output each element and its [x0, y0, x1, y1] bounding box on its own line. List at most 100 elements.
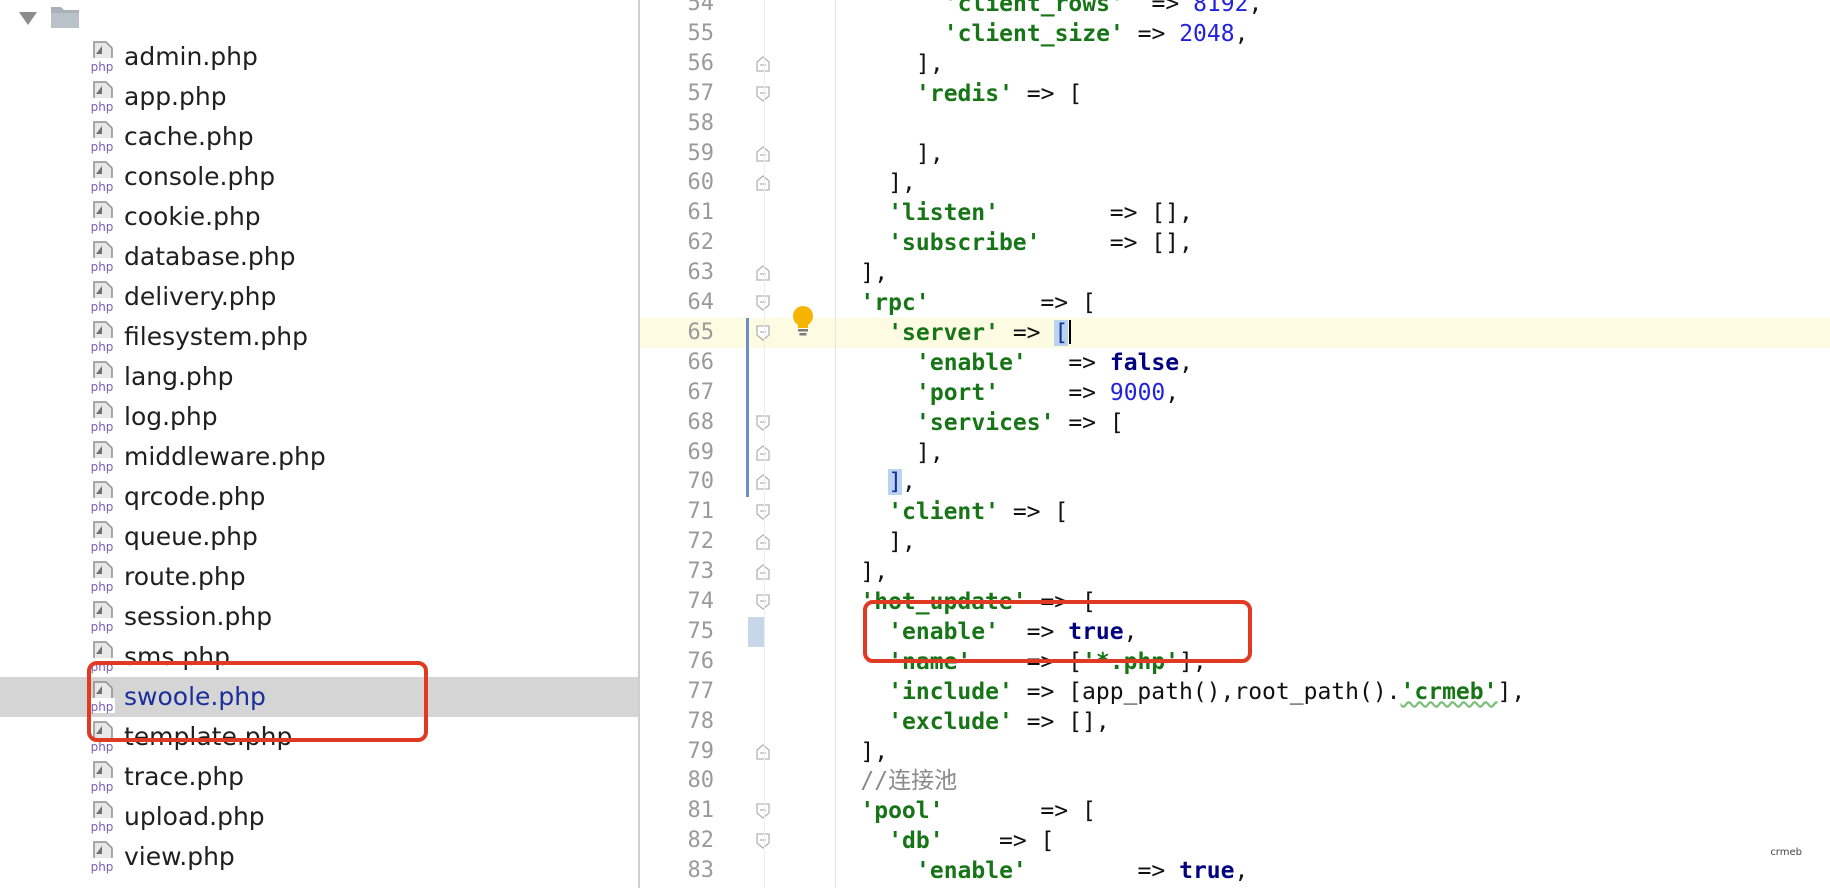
- line-number[interactable]: 66: [660, 348, 715, 378]
- code-text[interactable]: 'rpc' => [: [860, 288, 1095, 318]
- tree-file-delivery[interactable]: php delivery.php: [0, 277, 638, 317]
- code-line[interactable]: 60],: [640, 168, 1830, 198]
- fold-end-icon[interactable]: [755, 145, 771, 162]
- code-text[interactable]: ],: [916, 438, 944, 468]
- code-text[interactable]: 'include' => [app_path(),root_path().'cr…: [888, 677, 1525, 707]
- line-number[interactable]: 80: [660, 766, 715, 796]
- tree-file-view[interactable]: php view.php: [0, 837, 638, 877]
- tree-folder-config[interactable]: [0, 0, 638, 37]
- fold-end-icon[interactable]: [755, 564, 771, 580]
- tree-file-console[interactable]: php console.php: [0, 157, 638, 197]
- line-number[interactable]: 81: [660, 796, 715, 826]
- fold-start-icon[interactable]: [755, 803, 771, 820]
- code-text[interactable]: ],: [888, 527, 916, 557]
- code-line[interactable]: 62 'subscribe' => [],: [640, 228, 1830, 258]
- vcs-change-marker[interactable]: [746, 317, 749, 498]
- code-text[interactable]: 'exclude' => [],: [888, 707, 1110, 737]
- line-number[interactable]: 69: [660, 438, 715, 468]
- fold-start-icon[interactable]: [755, 86, 771, 102]
- line-number[interactable]: 63: [660, 258, 715, 288]
- code-text[interactable]: 'client_rows' => 8192,: [944, 0, 1263, 19]
- code-line[interactable]: 77 'include' => [app_path(),root_path().'…: [640, 677, 1830, 707]
- line-number[interactable]: 55: [660, 19, 715, 49]
- fold-end-icon[interactable]: [755, 534, 771, 550]
- line-number[interactable]: 74: [660, 587, 715, 617]
- code-line[interactable]: 67 'port' => 9000,: [640, 378, 1830, 408]
- tree-file-middleware[interactable]: php middleware.php: [0, 437, 638, 477]
- tree-file-log[interactable]: php log.php: [0, 397, 638, 437]
- tree-file-app[interactable]: php app.php: [0, 77, 638, 117]
- code-text[interactable]: ],: [860, 258, 888, 288]
- code-text[interactable]: ],: [916, 139, 944, 169]
- code-line[interactable]: 66 'enable' => false,: [640, 348, 1830, 378]
- tree-file-cache[interactable]: php cache.php: [0, 117, 638, 157]
- code-line[interactable]: 58: [640, 109, 1830, 139]
- code-line[interactable]: 61 'listen' => [],: [640, 198, 1830, 228]
- code-line[interactable]: 80 //连接池: [640, 766, 1830, 796]
- code-text[interactable]: ],: [916, 49, 944, 79]
- fold-end-icon[interactable]: [755, 55, 771, 72]
- tree-file-database[interactable]: php database.php: [0, 237, 638, 277]
- code-text[interactable]: 'subscribe' => [],: [888, 228, 1193, 258]
- project-tree[interactable]: php admin.php php app.php php cache.php php con…: [0, 0, 638, 888]
- fold-end-icon[interactable]: [755, 265, 771, 281]
- line-number[interactable]: 59: [660, 139, 715, 169]
- chevron-down-icon[interactable]: [14, 1, 42, 33]
- code-text[interactable]: 'port' => 9000,: [916, 378, 1179, 408]
- code-text[interactable]: //连接池: [860, 766, 957, 796]
- line-number[interactable]: 71: [660, 497, 715, 527]
- code-text[interactable]: 'listen' => [],: [888, 198, 1193, 228]
- code-line[interactable]: 64 'rpc' => [: [640, 288, 1830, 318]
- tree-file-admin[interactable]: php admin.php: [0, 37, 638, 77]
- line-number[interactable]: 72: [660, 527, 715, 557]
- line-number[interactable]: 60: [660, 168, 715, 198]
- code-line[interactable]: 70],: [640, 467, 1830, 497]
- code-line[interactable]: 68 'services' => [: [640, 408, 1830, 438]
- code-text[interactable]: ],: [860, 557, 888, 587]
- code-line[interactable]: 57 'redis' => [: [640, 79, 1830, 109]
- code-line[interactable]: 73],: [640, 557, 1830, 587]
- code-text[interactable]: 'client' => [: [888, 497, 1068, 527]
- line-number[interactable]: 79: [660, 737, 715, 767]
- line-number[interactable]: 78: [660, 707, 715, 737]
- code-text[interactable]: 'db' => [: [888, 826, 1054, 856]
- fold-end-icon[interactable]: [755, 474, 771, 491]
- fold-start-icon[interactable]: [755, 504, 771, 521]
- fold-start-icon[interactable]: [755, 414, 771, 431]
- fold-end-icon[interactable]: [755, 743, 771, 760]
- code-text[interactable]: 'server' => [: [888, 318, 1072, 348]
- fold-end-icon[interactable]: [755, 175, 771, 192]
- fold-start-icon[interactable]: [755, 833, 771, 850]
- code-line[interactable]: 79],: [640, 737, 1830, 767]
- tree-file-trace[interactable]: php trace.php: [0, 757, 638, 797]
- code-text[interactable]: ],: [888, 467, 916, 497]
- tree-file-filesystem[interactable]: php filesystem.php: [0, 317, 638, 357]
- line-number[interactable]: 76: [660, 647, 715, 677]
- code-line[interactable]: 78 'exclude' => [],: [640, 707, 1830, 737]
- code-line[interactable]: 55 'client_size' => 2048,: [640, 19, 1830, 49]
- code-line[interactable]: 56],: [640, 49, 1830, 79]
- line-number[interactable]: 58: [660, 109, 715, 139]
- code-text[interactable]: 'services' => [: [916, 408, 1124, 438]
- tree-file-queue[interactable]: php queue.php: [0, 517, 638, 557]
- line-number[interactable]: 62: [660, 228, 715, 258]
- code-text[interactable]: 'redis' => [: [916, 79, 1082, 109]
- code-line[interactable]: 54 'client_rows' => 8192,: [640, 0, 1830, 19]
- tree-file-session[interactable]: php session.php: [0, 597, 638, 637]
- code-line[interactable]: 69],: [640, 438, 1830, 468]
- line-number[interactable]: 73: [660, 557, 715, 587]
- fold-end-icon[interactable]: [755, 444, 771, 461]
- code-line[interactable]: 83 'enable' => true,: [640, 856, 1830, 886]
- vcs-modified-marker[interactable]: [748, 616, 764, 647]
- lightbulb-icon[interactable]: [790, 305, 816, 337]
- tree-file-cookie[interactable]: php cookie.php: [0, 197, 638, 237]
- tree-file-qrcode[interactable]: php qrcode.php: [0, 477, 638, 517]
- fold-start-icon[interactable]: [755, 295, 771, 311]
- line-number[interactable]: 57: [660, 79, 715, 109]
- line-number[interactable]: 68: [660, 408, 715, 438]
- fold-start-icon[interactable]: [755, 325, 771, 341]
- code-text[interactable]: ],: [888, 168, 916, 198]
- line-number[interactable]: 75: [660, 617, 715, 647]
- fold-start-icon[interactable]: [755, 594, 771, 610]
- line-number[interactable]: 82: [660, 826, 715, 856]
